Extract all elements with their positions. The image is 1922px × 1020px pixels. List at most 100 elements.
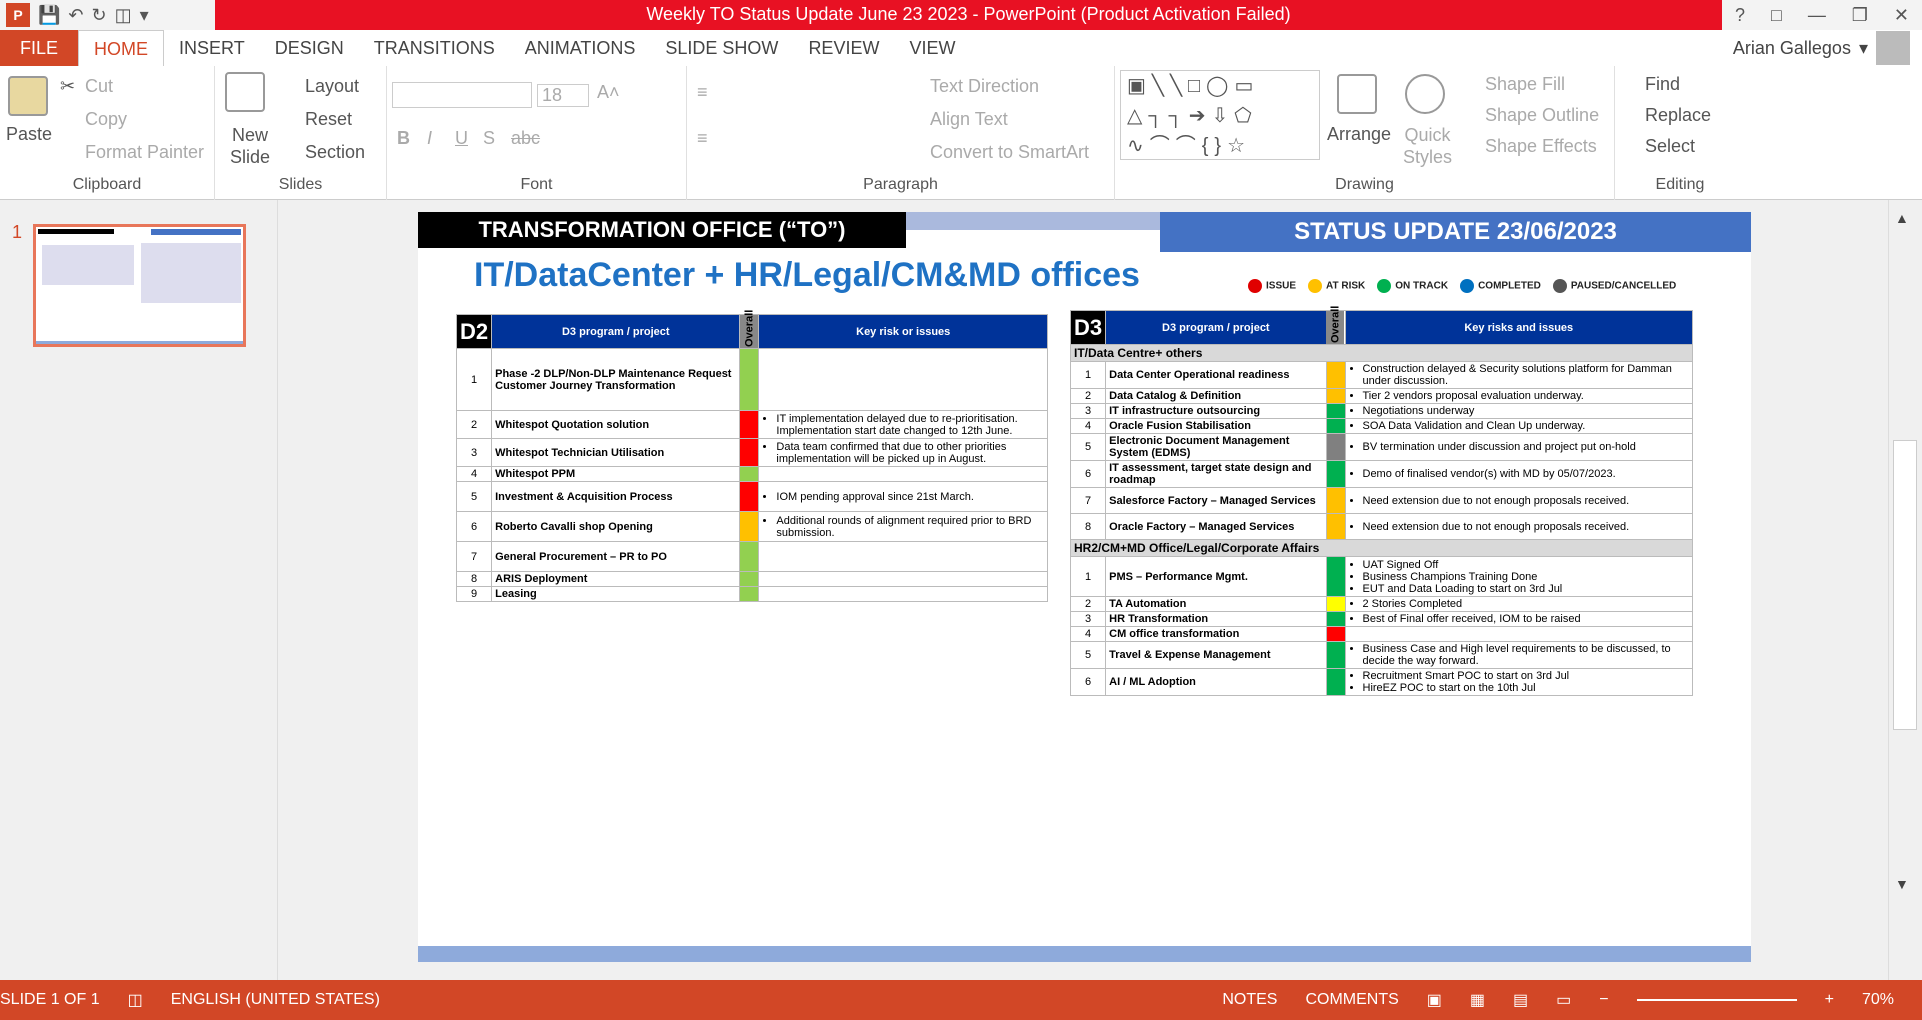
risk-cell: Need extension due to not enough proposa…	[1344, 513, 1693, 540]
tab-review[interactable]: REVIEW	[793, 30, 894, 66]
user-account[interactable]: Arian Gallegos ▾	[1733, 30, 1910, 66]
tab-design[interactable]: DESIGN	[260, 30, 359, 66]
font-size-input[interactable]: 18	[537, 84, 589, 107]
tab-transitions[interactable]: TRANSITIONS	[359, 30, 510, 66]
format-painter-button[interactable]: Format Painter	[85, 142, 204, 163]
undo-icon[interactable]: ↶	[68, 5, 83, 26]
tab-view[interactable]: VIEW	[894, 30, 970, 66]
tab-file[interactable]: FILE	[0, 30, 79, 66]
program-name: Whitespot PPM	[491, 466, 741, 482]
cut-button[interactable]: Cut	[85, 76, 113, 97]
customize-qat-icon[interactable]: ▾	[140, 5, 149, 26]
scroll-up-icon[interactable]: ▲	[1895, 210, 1909, 226]
save-icon[interactable]: 💾	[38, 5, 60, 26]
thumbnail-number: 1	[12, 222, 23, 242]
program-name: Oracle Fusion Stabilisation	[1105, 418, 1327, 434]
risk-cell	[758, 541, 1048, 572]
row-number: 4	[455, 466, 493, 482]
font-name-input[interactable]	[392, 82, 532, 108]
slide-show-icon[interactable]: ▭	[1556, 990, 1571, 1010]
table-row: 5 Electronic Document Management System (…	[1069, 433, 1693, 461]
slide-thumbnail[interactable]	[33, 224, 246, 347]
risk-list: Business Case and High level requirement…	[1349, 643, 1690, 667]
overall-status-cell	[1325, 596, 1346, 612]
risk-cell: Additional rounds of alignment required …	[758, 511, 1048, 542]
grow-font-icon[interactable]: A˄	[597, 82, 620, 103]
zoom-in-icon[interactable]: +	[1825, 991, 1834, 1009]
row-number: 5	[455, 481, 493, 512]
scrollbar-thumb[interactable]	[1893, 440, 1917, 730]
program-name: General Procurement – PR to PO	[491, 541, 741, 572]
overall-status-cell	[1325, 418, 1346, 434]
slide-sorter-icon[interactable]: ▦	[1470, 990, 1485, 1010]
slide[interactable]: TRANSFORMATION OFFICE (“TO”) STATUS UPDA…	[418, 212, 1751, 962]
replace-button[interactable]: Replace	[1645, 105, 1711, 126]
shape-effects-button[interactable]: Shape Effects	[1485, 136, 1597, 157]
underline-icon[interactable]: U	[455, 128, 468, 149]
redo-icon[interactable]: ↻	[92, 5, 107, 26]
shadow-icon[interactable]: S	[483, 128, 495, 149]
tab-slide-show[interactable]: SLIDE SHOW	[650, 30, 793, 66]
start-from-beginning-icon[interactable]: ◫	[115, 5, 132, 26]
comments-button[interactable]: COMMENTS	[1305, 991, 1398, 1009]
program-name: Whitespot Technician Utilisation	[491, 438, 741, 467]
risk-item: EUT and Data Loading to start on 3rd Jul	[1363, 583, 1690, 595]
risk-item: SOA Data Validation and Clean Up underwa…	[1363, 420, 1690, 432]
risk-list: Recruitment Smart POC to start on 3rd Ju…	[1349, 670, 1690, 694]
find-button[interactable]: Find	[1645, 74, 1680, 95]
bold-icon[interactable]: B	[397, 128, 410, 149]
new-slide-button[interactable]: New Slide	[225, 124, 275, 168]
shapes-gallery[interactable]: ▣╲╲□◯▭ △┐┐➔⇩⬠ ∿⌒⌒{}☆	[1120, 70, 1320, 160]
align-text-button[interactable]: Align Text	[930, 109, 1008, 130]
table-row: 1PMS – Performance Mgmt. UAT Signed OffBu…	[1069, 556, 1693, 597]
risk-cell: SOA Data Validation and Clean Up underwa…	[1344, 418, 1693, 434]
slides-group: New Slide Layout Reset Section Slides	[215, 66, 387, 200]
notes-button[interactable]: NOTES	[1222, 991, 1277, 1009]
risk-list: 2 Stories Completed	[1349, 598, 1690, 610]
spell-check-icon[interactable]: ◫	[128, 990, 143, 1010]
arrange-button[interactable]: Arrange	[1327, 124, 1391, 145]
table-row: 5Investment & Acquisition Process IOM pen…	[455, 481, 1048, 512]
section-button[interactable]: Section	[305, 142, 365, 163]
strikethrough-icon[interactable]: abc	[511, 128, 540, 149]
normal-view-icon[interactable]: ▣	[1427, 990, 1442, 1010]
reset-button[interactable]: Reset	[305, 109, 352, 130]
window-controls: ? □ — ❐ ✕	[1722, 0, 1922, 30]
zoom-out-icon[interactable]: −	[1599, 991, 1608, 1009]
font-label: Font	[520, 176, 553, 193]
layout-button[interactable]: Layout	[305, 76, 359, 97]
row-number: 3	[455, 438, 493, 467]
slide-title: IT/DataCenter + HR/Legal/CM&MD offices	[474, 256, 1140, 294]
tab-animations[interactable]: ANIMATIONS	[510, 30, 651, 66]
risk-cell: Tier 2 vendors proposal evaluation under…	[1344, 388, 1693, 404]
risk-item: Data team confirmed that due to other pr…	[776, 441, 1044, 465]
reading-view-icon[interactable]: ▤	[1513, 990, 1528, 1010]
text-direction-button[interactable]: Text Direction	[930, 76, 1039, 97]
italic-icon[interactable]: I	[427, 128, 432, 149]
status-dot-icon	[1552, 279, 1567, 293]
shape-outline-button[interactable]: Shape Outline	[1485, 105, 1599, 126]
copy-button[interactable]: Copy	[85, 109, 127, 130]
bullets-icon[interactable]: ≡	[697, 82, 708, 103]
convert-smartart-button[interactable]: Convert to SmartArt	[930, 142, 1089, 163]
quick-styles-button[interactable]: Quick Styles	[1400, 124, 1455, 168]
minimize-icon[interactable]: —	[1808, 5, 1826, 26]
ribbon-display-options-icon[interactable]: □	[1771, 5, 1782, 26]
tab-insert[interactable]: INSERT	[164, 30, 260, 66]
restore-icon[interactable]: ❐	[1852, 5, 1868, 26]
zoom-slider[interactable]	[1636, 999, 1797, 1001]
shape-fill-button[interactable]: Shape Fill	[1485, 74, 1565, 95]
language-indicator[interactable]: ENGLISH (UNITED STATES)	[171, 991, 380, 1009]
overall-status-cell	[1325, 433, 1346, 461]
avatar	[1876, 31, 1910, 65]
align-left-icon[interactable]: ≡	[697, 128, 708, 149]
paste-button[interactable]: Paste	[6, 124, 52, 145]
scroll-down-icon[interactable]: ▼	[1895, 876, 1909, 892]
select-button[interactable]: Select	[1645, 136, 1695, 157]
vertical-scrollbar[interactable]: ▲ ▼	[1888, 200, 1922, 980]
help-icon[interactable]: ?	[1735, 5, 1745, 26]
section-title: IT/Data Centre+ others	[1070, 344, 1693, 362]
zoom-level[interactable]: 70%	[1862, 991, 1894, 1009]
tab-home[interactable]: HOME	[78, 30, 165, 66]
close-icon[interactable]: ✕	[1894, 5, 1909, 26]
